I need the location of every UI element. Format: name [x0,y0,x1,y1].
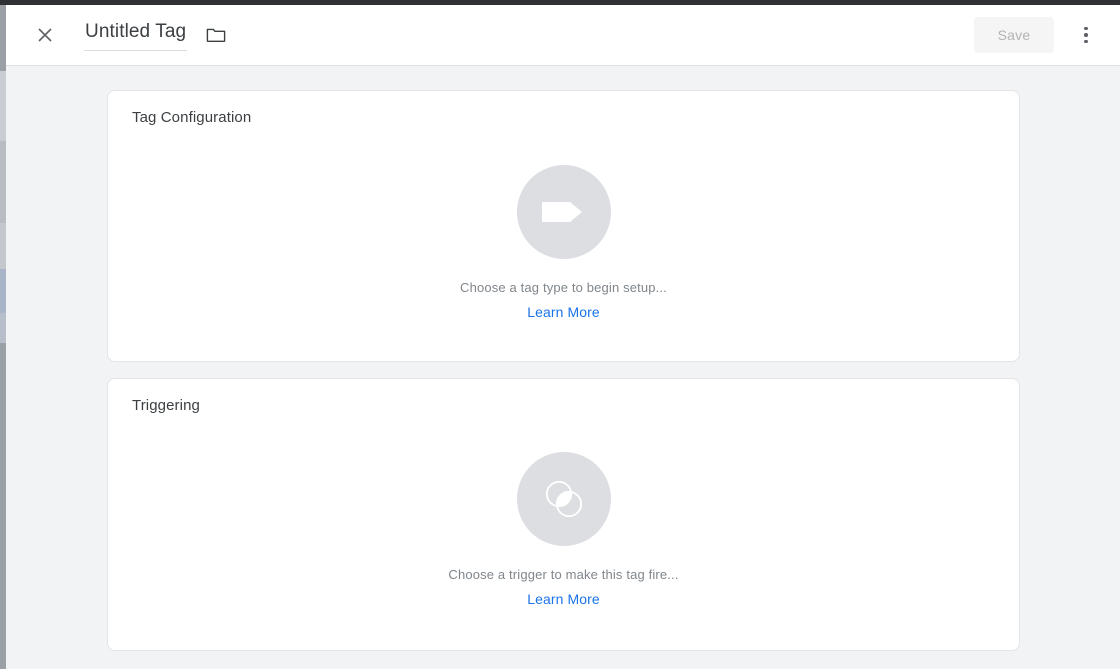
title-area: Untitled Tag [84,19,974,51]
triggering-card: Triggering Choose a trigger to make this… [107,378,1020,651]
header-actions: Save [974,15,1106,55]
tag-name-input[interactable]: Untitled Tag [84,19,188,51]
tag-configuration-learn-more-link[interactable]: Learn More [527,304,600,320]
trigger-icon [540,475,588,523]
tag-icon-circle [516,165,611,259]
tag-icon [541,195,586,229]
triggering-title: Triggering [132,397,200,414]
folder-icon [206,26,226,44]
trigger-icon-circle [516,452,611,546]
editor-content: Tag Configuration Choose a tag type to b… [6,66,1120,669]
editor-header: Untitled Tag Save [6,5,1120,66]
tag-configuration-title: Tag Configuration [132,109,252,126]
tag-configuration-empty-text: Choose a tag type to begin setup... [460,280,667,295]
triggering-empty-state[interactable]: Choose a trigger to make this tag fire..… [108,452,1019,609]
kebab-menu-icon [1084,26,1088,44]
tag-configuration-card: Tag Configuration Choose a tag type to b… [107,90,1020,362]
save-button[interactable]: Save [974,17,1054,53]
close-button[interactable] [25,15,65,55]
tag-editor-window: Untitled Tag Save Tag Configuration Choo… [0,0,1120,669]
tag-configuration-empty-state[interactable]: Choose a tag type to begin setup... Lear… [108,165,1019,322]
more-options-button[interactable] [1066,15,1106,55]
triggering-empty-text: Choose a trigger to make this tag fire..… [448,567,679,582]
triggering-learn-more-link[interactable]: Learn More [527,591,600,607]
close-icon [35,25,55,45]
folder-button[interactable] [204,23,228,47]
